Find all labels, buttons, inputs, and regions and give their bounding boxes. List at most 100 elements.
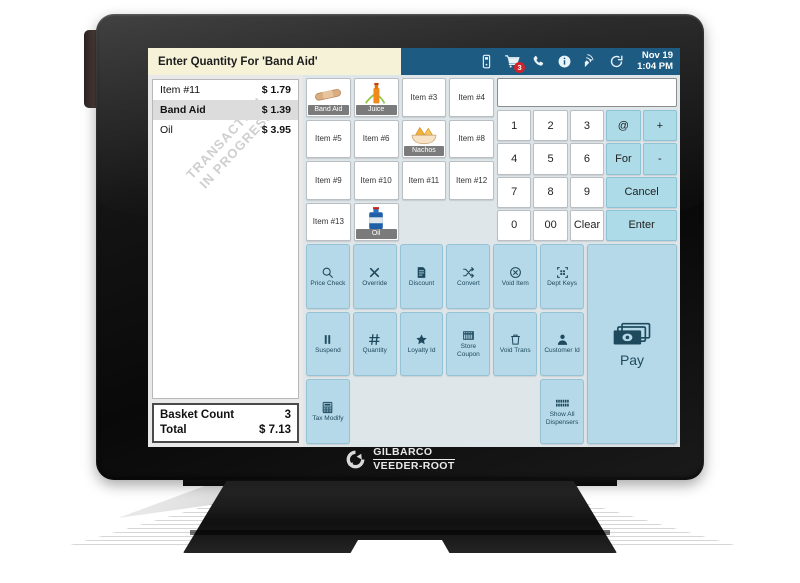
key-7[interactable]: 7 [497,176,532,208]
info-icon[interactable] [557,54,572,69]
receipt-item-label: Oil [160,124,173,136]
document-icon [417,266,426,278]
item-key-juice[interactable]: Juice [353,78,399,117]
magnifier-icon [323,267,334,278]
suspend-button[interactable]: Suspend [306,311,350,377]
function-area: Price Check Override Discount Convert Vo… [306,244,677,444]
oil-jug-icon [369,206,383,229]
price-check-button[interactable]: Price Check [306,244,350,309]
receipt-item-label: Band Aid [160,104,206,116]
satellite-icon[interactable] [583,54,598,69]
function-label: Void Trans [499,347,531,355]
key-0[interactable]: 0 [497,209,532,241]
screen-body: TRANSACTION IN PROGRESS Item #11 $ 1.79 … [148,75,680,447]
key-clear[interactable]: Clear [569,209,605,241]
trash-icon [510,334,520,345]
hash-icon [369,334,380,346]
monitor-stand-notch [350,540,450,554]
key-for[interactable]: For [606,143,641,175]
key-minus[interactable]: - [642,143,677,175]
function-label: Dept Keys [547,279,578,287]
loyalty-id-button[interactable]: Loyalty Id [399,311,444,377]
item-key-10[interactable]: Item #10 [353,161,399,200]
item-key-oil[interactable]: Oil [353,202,399,241]
key-8[interactable]: 8 [533,176,568,208]
x-mark-icon [370,267,380,277]
key-plus[interactable]: + [642,110,677,142]
key-cancel[interactable]: Cancel [606,176,677,208]
key-5[interactable]: 5 [533,143,568,175]
key-3[interactable]: 3 [569,110,605,142]
shopping-cart-icon[interactable]: 3 [505,54,526,73]
function-label: Customer Id [544,347,580,355]
refresh-icon[interactable] [609,54,624,69]
item-key-label: Nachos [403,146,445,156]
brand-line-1: GILBARCO [373,447,455,460]
page-title: Enter Quantity For 'Band Aid' [148,48,401,75]
screenshot-root: GILBARCO VEEDER-ROOT Enter Quantity For … [0,0,800,583]
phone-icon[interactable] [531,54,546,69]
void-item-button[interactable]: Void Item [493,244,538,309]
receipt-row[interactable]: Band Aid $ 1.39 [153,100,298,120]
receipt-row[interactable]: Oil $ 3.95 [153,120,298,140]
function-button-grid: Price Check Override Discount Convert Vo… [306,244,584,444]
receipt-row[interactable]: Item #11 $ 1.79 [153,80,298,100]
item-key-8[interactable]: Item #8 [449,119,494,158]
basket-total-row: Total $ 7.13 [160,423,291,438]
item-key-5[interactable]: Item #5 [306,119,351,158]
basket-total-label: Total [160,424,187,436]
pinpad-icon[interactable] [479,54,494,69]
item-key-9[interactable]: Item #9 [306,161,351,200]
item-key-12[interactable]: Item #12 [449,161,494,200]
customer-id-button[interactable]: Customer Id [540,311,584,377]
dispenser-grid-icon [555,399,569,407]
app-header: Enter Quantity For 'Band Aid' 3 Nov 19 1… [148,48,680,75]
monitor-stand-lip [190,530,610,535]
clock: Nov 19 1:04 PM [637,50,673,72]
basket-summary: Basket Count 3 Total $ 7.13 [152,403,299,443]
clock-date: Nov 19 [641,50,673,61]
pay-button[interactable]: Pay [587,244,677,444]
dept-keys-button[interactable]: Dept Keys [540,244,584,309]
override-button[interactable]: Override [352,244,397,309]
item-key-nachos[interactable]: Nachos [401,119,447,158]
item-key-4[interactable]: Item #4 [449,78,494,117]
convert-button[interactable]: Convert [446,244,491,309]
item-key-3[interactable]: Item #3 [401,78,447,117]
key-at[interactable]: @ [606,110,641,142]
nachos-icon [411,126,437,144]
key-2[interactable]: 2 [533,110,568,142]
key-00[interactable]: 00 [533,209,568,241]
keypad-display[interactable] [497,78,677,107]
basket-count-label: Basket Count [160,409,235,421]
receipt-item-label: Item #11 [160,84,201,96]
grid-brackets-icon [556,266,568,278]
key-9[interactable]: 9 [569,176,605,208]
receipt-item-amount: $ 3.95 [261,124,291,136]
pos-screen: Enter Quantity For 'Band Aid' 3 Nov 19 1… [148,48,680,447]
cash-stack-icon [613,322,651,344]
store-coupon-button[interactable]: Store Coupon [446,311,491,377]
item-key-11[interactable]: Item #11 [401,161,447,200]
item-key-13[interactable]: Item #13 [306,202,351,241]
show-all-dispensers-button[interactable]: Show All Dispensers [540,379,584,444]
item-key-label: Juice [355,104,397,115]
tax-modify-button[interactable]: Tax Modify [306,379,350,444]
item-key-6[interactable]: Item #6 [353,119,399,158]
discount-button[interactable]: Discount [399,244,444,309]
key-enter[interactable]: Enter [606,209,677,241]
key-4[interactable]: 4 [497,143,532,175]
key-6[interactable]: 6 [569,143,605,175]
item-key-empty [402,203,447,242]
item-key-label: Oil [355,229,397,239]
shuffle-icon [462,266,475,278]
void-trans-button[interactable]: Void Trans [493,311,538,377]
function-label: Override [362,279,388,287]
quantity-button[interactable]: Quantity [352,311,397,377]
receipt-list[interactable]: TRANSACTION IN PROGRESS Item #11 $ 1.79 … [152,79,299,399]
key-1[interactable]: 1 [497,110,532,142]
function-label: Void Item [501,279,529,287]
function-label: Quantity [362,347,387,355]
cart-badge: 3 [514,62,526,73]
item-key-band-aid[interactable]: Band Aid [306,78,351,117]
